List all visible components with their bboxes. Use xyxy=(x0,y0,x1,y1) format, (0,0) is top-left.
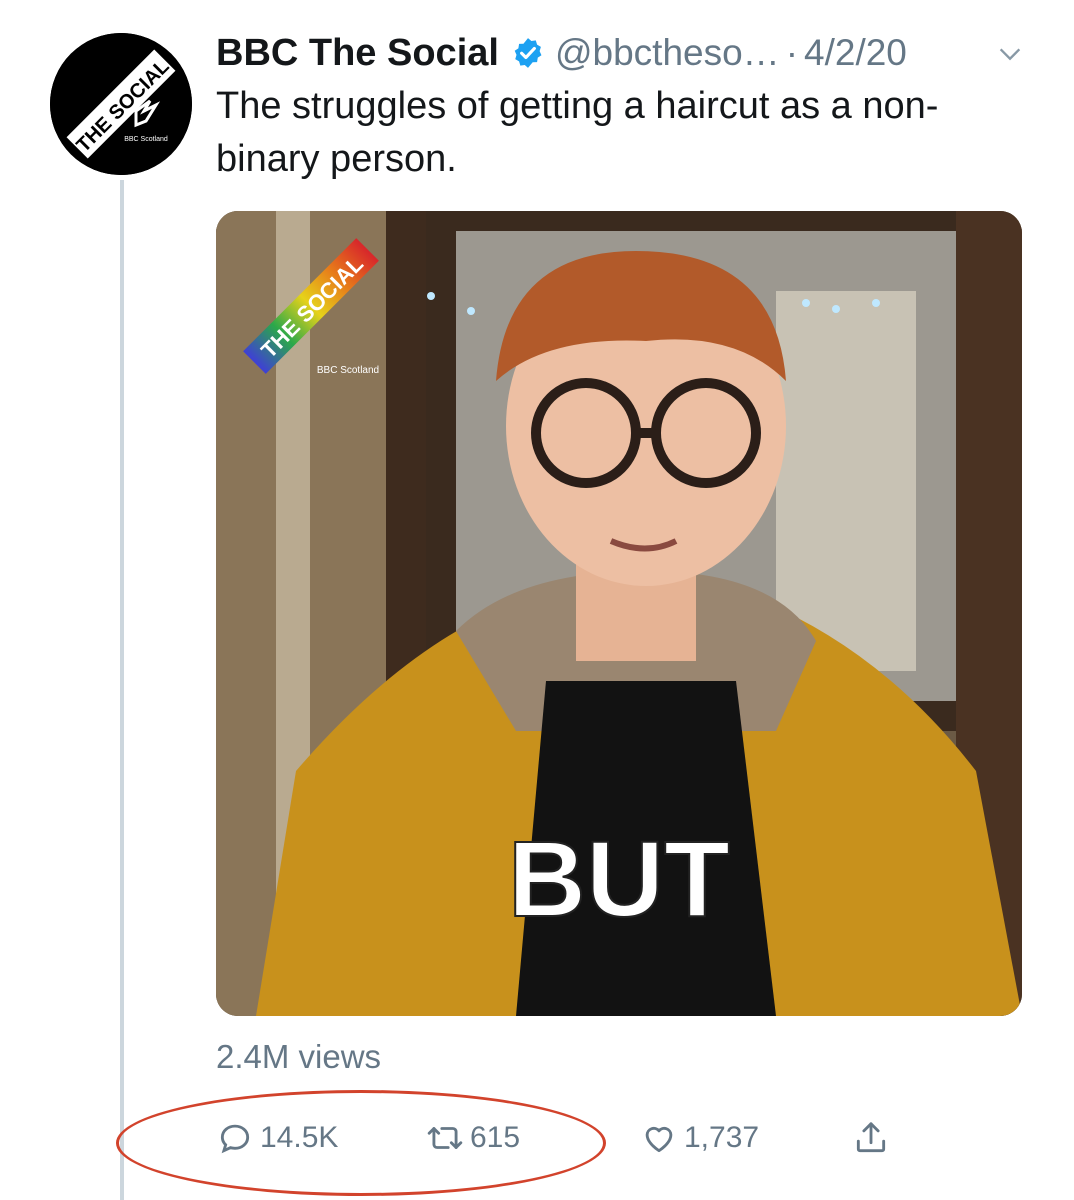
verified-badge-icon xyxy=(514,38,542,68)
like-button[interactable]: 1,737 xyxy=(640,1112,759,1164)
share-button[interactable] xyxy=(852,1112,896,1164)
red-circle-annotation xyxy=(116,1090,606,1196)
tweet-text: The struggles of getting a haircut as a … xyxy=(216,85,939,180)
tweet-video[interactable]: THE SOCIAL BBC Scotland BUT xyxy=(216,211,1022,1016)
view-count: 2.4M views xyxy=(216,1038,382,1075)
handle[interactable]: @bbctheso… xyxy=(555,32,780,74)
thread-line xyxy=(120,180,124,1200)
share-icon xyxy=(856,1122,886,1153)
tweet-header: BBC The Social @bbctheso… · 4/2/20 xyxy=(216,28,1054,78)
chevron-down-icon[interactable] xyxy=(996,40,1024,68)
like-count: 1,737 xyxy=(684,1121,760,1154)
display-name[interactable]: BBC The Social xyxy=(216,32,499,75)
heart-icon xyxy=(645,1126,673,1153)
avatar[interactable]: THE SOCIAL BBC Scotland xyxy=(50,33,192,175)
separator-dot: · xyxy=(785,32,799,73)
video-caption: BUT xyxy=(508,818,730,939)
video-frame: THE SOCIAL BBC Scotland BUT xyxy=(216,211,1022,1016)
video-watermark-sub: BBC Scotland xyxy=(317,365,379,376)
tweet-date[interactable]: 4/2/20 xyxy=(804,32,907,74)
bbc-the-social-logo: THE SOCIAL BBC Scotland xyxy=(50,33,192,175)
avatar-sub-text: BBC Scotland xyxy=(124,136,168,143)
